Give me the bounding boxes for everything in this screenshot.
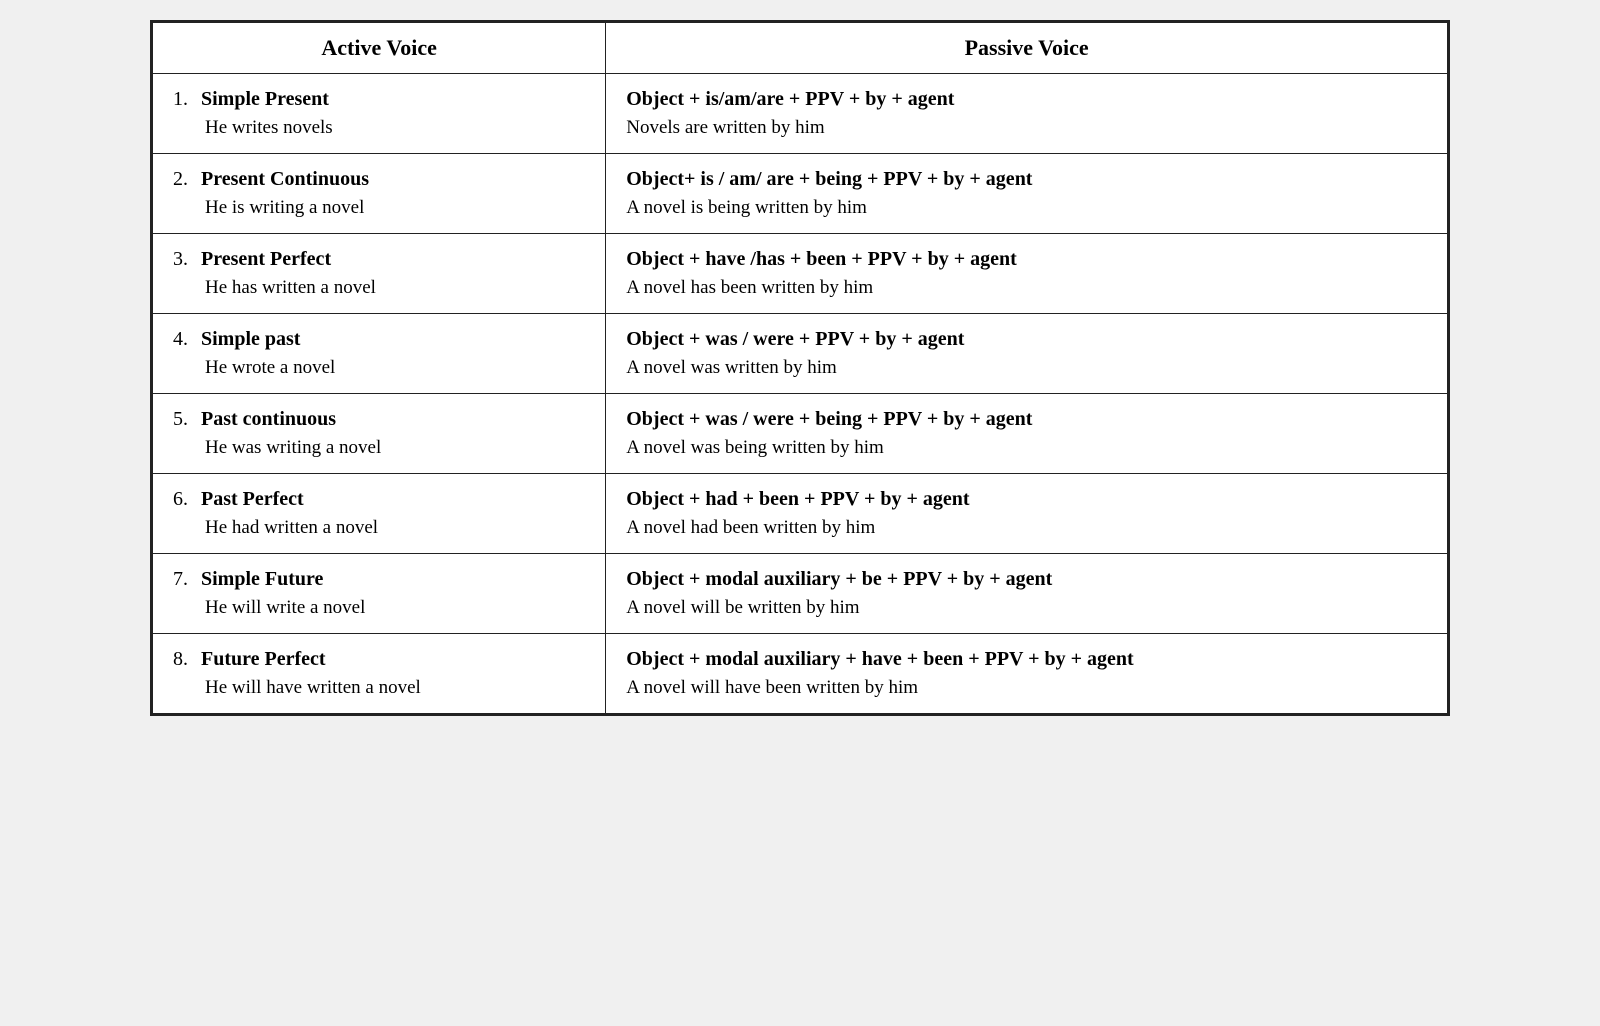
passive-example-7: A novel will be written by him xyxy=(626,597,1427,619)
active-cell-4: 4.Simple past He wrote a novel xyxy=(153,314,606,394)
tense-name-3: Present Perfect xyxy=(201,248,331,271)
tense-number-6: 6. xyxy=(173,488,201,511)
passive-example-1: Novels are written by him xyxy=(626,117,1427,139)
passive-cell-8: Object + modal auxiliary + have + been +… xyxy=(606,634,1448,714)
tense-number-4: 4. xyxy=(173,328,201,351)
passive-example-6: A novel had been written by him xyxy=(626,517,1427,539)
tense-number-7: 7. xyxy=(173,568,201,591)
active-example-6: He had written a novel xyxy=(173,517,589,539)
table-row: 1.Simple Present He writes novels Object +… xyxy=(153,74,1448,154)
table-header-row: Active Voice Passive Voice xyxy=(153,23,1448,74)
passive-example-3: A novel has been written by him xyxy=(626,277,1427,299)
active-example-7: He will write a novel xyxy=(173,597,589,619)
active-example-1: He writes novels xyxy=(173,117,589,139)
active-cell-2: 2.Present Continuous He is writing a nove… xyxy=(153,154,606,234)
active-cell-8: 8.Future Perfect He will have written a n… xyxy=(153,634,606,714)
tense-number-2: 2. xyxy=(173,168,201,191)
passive-cell-7: Object + modal auxiliary + be + PPV + by… xyxy=(606,554,1448,634)
passive-formula-8: Object + modal auxiliary + have + been +… xyxy=(626,648,1427,671)
tense-name-8: Future Perfect xyxy=(201,648,326,671)
passive-cell-6: Object + had + been + PPV + by + agent A … xyxy=(606,474,1448,554)
tense-number-1: 1. xyxy=(173,88,201,111)
tense-number-3: 3. xyxy=(173,248,201,271)
grammar-table-container: Active Voice Passive Voice 1.Simple Pres… xyxy=(150,20,1450,716)
active-example-5: He was writing a novel xyxy=(173,437,589,459)
active-example-4: He wrote a novel xyxy=(173,357,589,379)
tense-name-7: Simple Future xyxy=(201,568,323,591)
passive-formula-1: Object + is/am/are + PPV + by + agent xyxy=(626,88,1427,111)
table-row: 4.Simple past He wrote a novel Object + wa… xyxy=(153,314,1448,394)
tense-name-4: Simple past xyxy=(201,328,300,351)
active-cell-3: 3.Present Perfect He has written a novel xyxy=(153,234,606,314)
tense-name-1: Simple Present xyxy=(201,88,329,111)
active-cell-6: 6.Past Perfect He had written a novel xyxy=(153,474,606,554)
passive-formula-2: Object+ is / am/ are + being + PPV + by … xyxy=(626,168,1427,191)
passive-formula-3: Object + have /has + been + PPV + by + a… xyxy=(626,248,1427,271)
passive-cell-2: Object+ is / am/ are + being + PPV + by … xyxy=(606,154,1448,234)
passive-cell-1: Object + is/am/are + PPV + by + agent Nov… xyxy=(606,74,1448,154)
active-cell-5: 5.Past continuous He was writing a novel xyxy=(153,394,606,474)
active-cell-7: 7.Simple Future He will write a novel xyxy=(153,554,606,634)
passive-cell-3: Object + have /has + been + PPV + by + a… xyxy=(606,234,1448,314)
active-cell-1: 1.Simple Present He writes novels xyxy=(153,74,606,154)
passive-example-4: A novel was written by him xyxy=(626,357,1427,379)
passive-formula-7: Object + modal auxiliary + be + PPV + by… xyxy=(626,568,1427,591)
passive-formula-4: Object + was / were + PPV + by + agent xyxy=(626,328,1427,351)
tense-name-5: Past continuous xyxy=(201,408,336,431)
passive-example-8: A novel will have been written by him xyxy=(626,677,1427,699)
tense-number-5: 5. xyxy=(173,408,201,431)
table-row: 6.Past Perfect He had written a novel Obje… xyxy=(153,474,1448,554)
passive-formula-6: Object + had + been + PPV + by + agent xyxy=(626,488,1427,511)
passive-cell-4: Object + was / were + PPV + by + agent A … xyxy=(606,314,1448,394)
table-row: 7.Simple Future He will write a novel Obje… xyxy=(153,554,1448,634)
tense-number-8: 8. xyxy=(173,648,201,671)
header-active-voice: Active Voice xyxy=(153,23,606,74)
table-row: 3.Present Perfect He has written a novel O… xyxy=(153,234,1448,314)
table-row: 5.Past continuous He was writing a novel O… xyxy=(153,394,1448,474)
table-row: 2.Present Continuous He is writing a nove… xyxy=(153,154,1448,234)
tense-name-2: Present Continuous xyxy=(201,168,369,191)
passive-cell-5: Object + was / were + being + PPV + by +… xyxy=(606,394,1448,474)
passive-example-5: A novel was being written by him xyxy=(626,437,1427,459)
active-example-2: He is writing a novel xyxy=(173,197,589,219)
tense-name-6: Past Perfect xyxy=(201,488,304,511)
header-passive-voice: Passive Voice xyxy=(606,23,1448,74)
active-example-8: He will have written a novel xyxy=(173,677,589,699)
grammar-table: Active Voice Passive Voice 1.Simple Pres… xyxy=(152,22,1448,714)
passive-formula-5: Object + was / were + being + PPV + by +… xyxy=(626,408,1427,431)
table-row: 8.Future Perfect He will have written a n… xyxy=(153,634,1448,714)
active-example-3: He has written a novel xyxy=(173,277,589,299)
passive-example-2: A novel is being written by him xyxy=(626,197,1427,219)
